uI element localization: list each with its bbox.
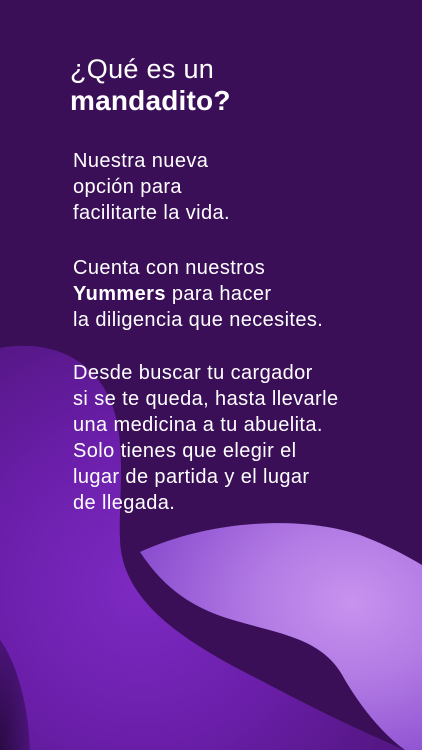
paragraph-yummers-line: Cuenta con nuestros	[73, 257, 266, 279]
yummers-brand: Yummers	[73, 283, 166, 305]
paragraph-intro: Nuestra nueva opción para facilitarte la…	[73, 148, 403, 226]
paragraph-examples-line: Solo tienes que elegir el	[73, 440, 297, 462]
paragraph-yummers-line: la diligencia que necesites.	[73, 309, 324, 331]
paragraph-yummers-line-rest: para hacer	[165, 283, 272, 305]
paragraph-examples-line: una medicina a tu abuelita.	[73, 414, 323, 436]
paragraph-intro-line: Nuestra nueva	[73, 150, 209, 172]
title-line-1: ¿Qué es un	[70, 54, 215, 84]
paragraph-intro-line: opción para	[73, 176, 182, 198]
paragraph-examples: Desde buscar tu cargador si se te queda,…	[73, 360, 403, 516]
title-line-2: mandadito?	[70, 85, 231, 116]
paragraph-examples-line: Desde buscar tu cargador	[73, 362, 313, 384]
paragraph-yummers-line: Yummers para hacer	[73, 281, 403, 307]
paragraph-intro-line: facilitarte la vida.	[73, 202, 230, 224]
paragraph-examples-line: lugar de partida y el lugar	[73, 466, 310, 488]
paragraph-examples-line: de llegada.	[73, 492, 176, 514]
onboarding-screen: ¿Qué es un mandadito? Nuestra nueva opci…	[0, 0, 422, 750]
paragraph-examples-line: si se te queda, hasta llevarle	[73, 388, 339, 410]
content-area: ¿Qué es un mandadito? Nuestra nueva opci…	[0, 0, 422, 750]
paragraph-yummers: Cuenta con nuestros Yummers para hacer l…	[73, 255, 403, 333]
